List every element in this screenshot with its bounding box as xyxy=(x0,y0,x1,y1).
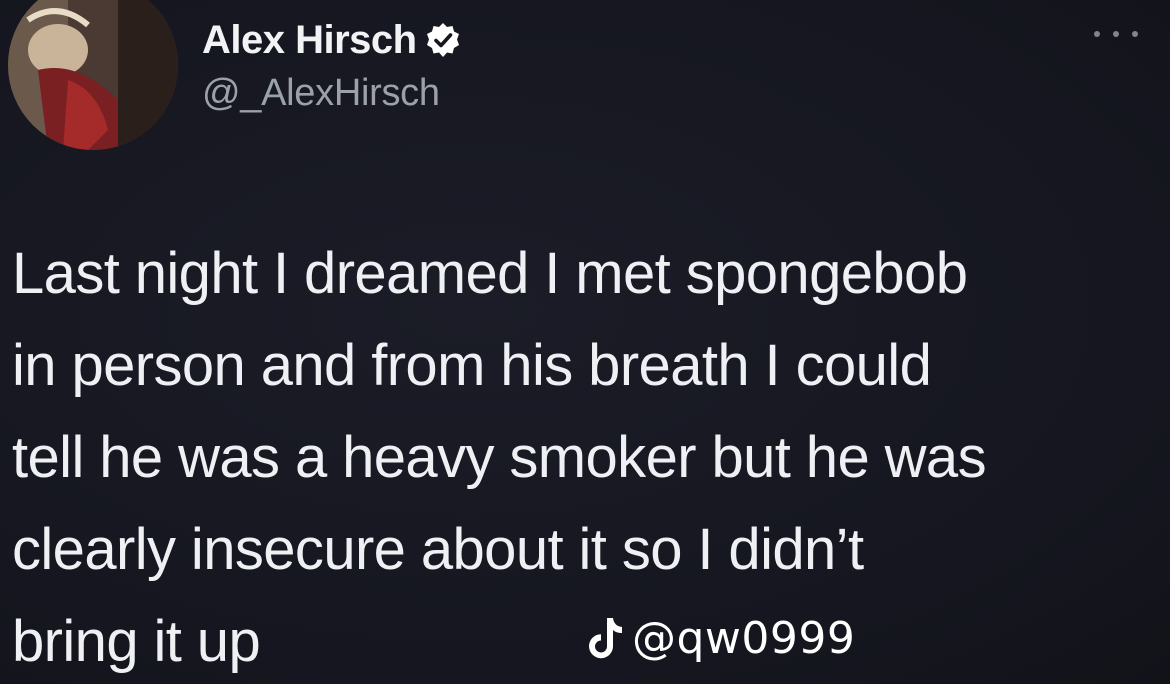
tweet-line: in person and from his breath I could xyxy=(12,333,932,398)
verified-badge-icon xyxy=(425,22,461,58)
author-display-name[interactable]: Alex Hirsch xyxy=(202,18,417,63)
more-dot xyxy=(1094,31,1100,37)
tweet-line: Last night I dreamed I met spongebob xyxy=(12,241,968,306)
tweet-body: Last night I dreamed I met spongebob in … xyxy=(12,228,1152,684)
more-dot xyxy=(1132,31,1138,37)
more-dot xyxy=(1113,31,1119,37)
avatar-photo xyxy=(8,0,178,150)
tiktok-logo-icon xyxy=(586,614,626,662)
watermark-username: @qw0999 xyxy=(632,612,856,664)
author-handle[interactable]: @_AlexHirsch xyxy=(202,72,440,115)
tweet-line: bring it up xyxy=(12,609,261,674)
author-name-row: Alex Hirsch xyxy=(202,12,461,68)
tiktok-watermark: @qw0999 xyxy=(586,608,855,668)
author-avatar[interactable] xyxy=(8,0,178,150)
tweet-line: clearly insecure about it so I didn’t xyxy=(12,517,864,582)
more-options-icon[interactable] xyxy=(1094,22,1138,46)
tweet-card: Alex Hirsch @_AlexHirsch Last night I dr… xyxy=(0,0,1170,684)
tweet-line: tell he was a heavy smoker but he was xyxy=(12,425,987,490)
